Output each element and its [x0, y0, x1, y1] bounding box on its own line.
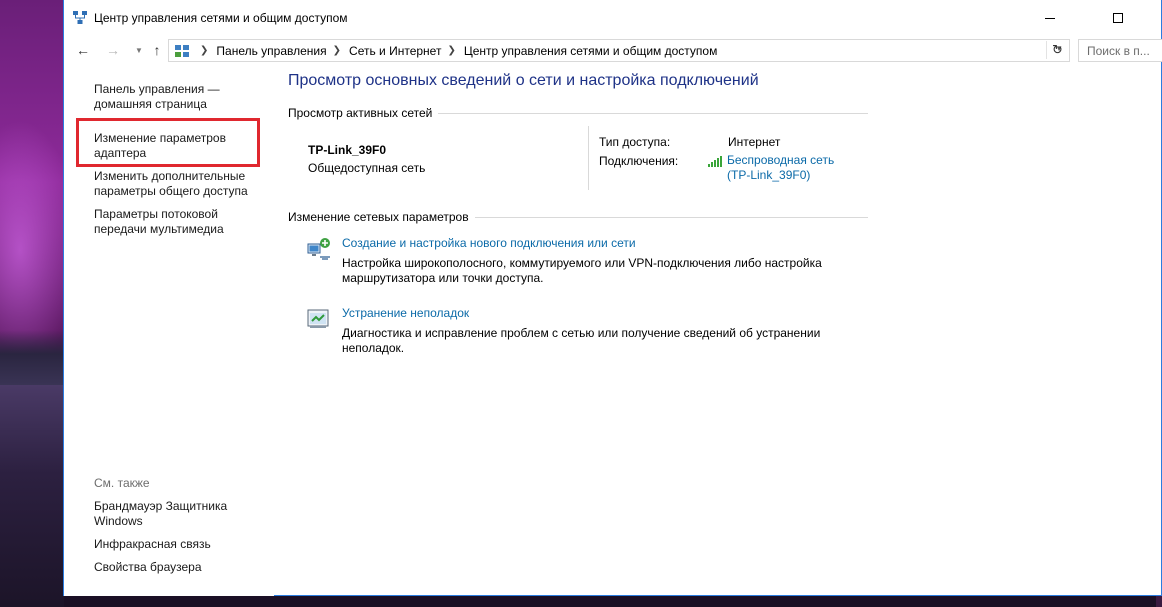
refresh-button[interactable]: ↻ — [1046, 41, 1068, 59]
maximize-button[interactable] — [1095, 0, 1141, 36]
new-connection-description: Настройка широкополосного, коммутируемог… — [342, 256, 822, 285]
troubleshoot-link[interactable]: Устранение неполадок — [342, 306, 469, 320]
link-control-panel-home[interactable]: Панель управления — домашняя страница — [94, 82, 264, 112]
wallpaper-water — [0, 385, 64, 607]
forward-button[interactable]: → — [104, 41, 122, 59]
control-panel-icon — [175, 44, 189, 57]
change-settings-section: Изменение сетевых параметров — [288, 210, 868, 226]
new-connection-icon — [307, 238, 330, 260]
breadcrumb-network-internet[interactable]: Сеть и Интернет — [349, 44, 441, 58]
page-title: Просмотр основных сведений о сети и наст… — [288, 72, 759, 89]
link-windows-firewall[interactable]: Брандмауэр Защитника Windows — [94, 499, 264, 529]
network-center-icon — [73, 11, 87, 24]
breadcrumb-separator-icon: ❯ — [200, 45, 209, 56]
network-info-divider — [588, 126, 589, 190]
wireless-connection-link[interactable]: Беспроводная сеть (TP-Link_39F0) — [727, 153, 837, 183]
network-type: Общедоступная сеть — [308, 161, 426, 175]
connections-label: Подключения: — [599, 154, 679, 168]
access-type-value: Интернет — [728, 135, 781, 149]
link-media-streaming-options[interactable]: Параметры потоковой передачи мультимедиа — [94, 207, 264, 237]
main-content: Просмотр основных сведений о сети и наст… — [274, 66, 1154, 596]
link-advanced-sharing-settings[interactable]: Изменить дополнительные параметры общего… — [94, 169, 264, 199]
network-center-window: Центр управления сетями и общим доступом… — [63, 0, 1162, 596]
window-title: Центр управления сетями и общим доступом — [94, 11, 348, 25]
maximize-icon — [1113, 13, 1123, 23]
change-settings-label: Изменение сетевых параметров — [288, 210, 475, 224]
troubleshoot-icon — [307, 309, 329, 328]
address-bar[interactable]: ❯ Панель управления ❯ Сеть и Интернет ❯ … — [168, 39, 1070, 62]
active-networks-section: Просмотр активных сетей — [288, 106, 868, 122]
up-button[interactable]: ↑ — [148, 41, 166, 59]
troubleshoot-description: Диагностика и исправление проблем с сеть… — [342, 326, 821, 355]
back-button[interactable]: ← — [74, 41, 92, 59]
refresh-icon: ↻ — [1052, 42, 1063, 57]
wifi-signal-icon — [708, 155, 724, 167]
new-connection-link[interactable]: Создание и настройка нового подключения … — [342, 236, 636, 250]
wallpaper-city — [0, 330, 64, 390]
chevron-down-icon: ▼ — [135, 45, 143, 55]
breadcrumb-separator-icon[interactable]: ❯ — [447, 45, 455, 56]
search-box[interactable] — [1078, 39, 1162, 62]
forward-arrow-icon: → — [106, 42, 120, 58]
search-input[interactable] — [1079, 40, 1162, 61]
breadcrumb-separator-icon[interactable]: ❯ — [333, 45, 341, 56]
up-arrow-icon: ↑ — [153, 42, 161, 58]
link-change-adapter-settings[interactable]: Изменение параметров адаптера — [94, 131, 264, 161]
minimize-button[interactable] — [1027, 0, 1073, 36]
navigation-bar: ← → ▼ ↑ ❯ Панель управления ❯ Сеть и Инт… — [64, 38, 1162, 64]
access-type-label: Тип доступа: — [599, 135, 671, 149]
breadcrumb-network-center[interactable]: Центр управления сетями и общим доступом — [464, 44, 718, 58]
network-name: TP-Link_39F0 — [308, 143, 387, 157]
link-internet-options[interactable]: Свойства браузера — [94, 560, 264, 575]
left-pane: Панель управления — домашняя страница Из… — [64, 66, 274, 596]
link-infrared[interactable]: Инфракрасная связь — [94, 537, 264, 552]
see-also-heading: См. также — [94, 476, 150, 490]
back-arrow-icon: ← — [76, 42, 90, 58]
minimize-icon — [1045, 17, 1055, 19]
title-bar[interactable]: Центр управления сетями и общим доступом — [64, 0, 1161, 36]
recent-locations-button[interactable]: ▼ — [130, 41, 148, 59]
breadcrumb-control-panel[interactable]: Панель управления — [216, 44, 326, 58]
connection-entry: Беспроводная сеть (TP-Link_39F0) — [708, 153, 837, 183]
active-networks-label: Просмотр активных сетей — [288, 106, 439, 120]
